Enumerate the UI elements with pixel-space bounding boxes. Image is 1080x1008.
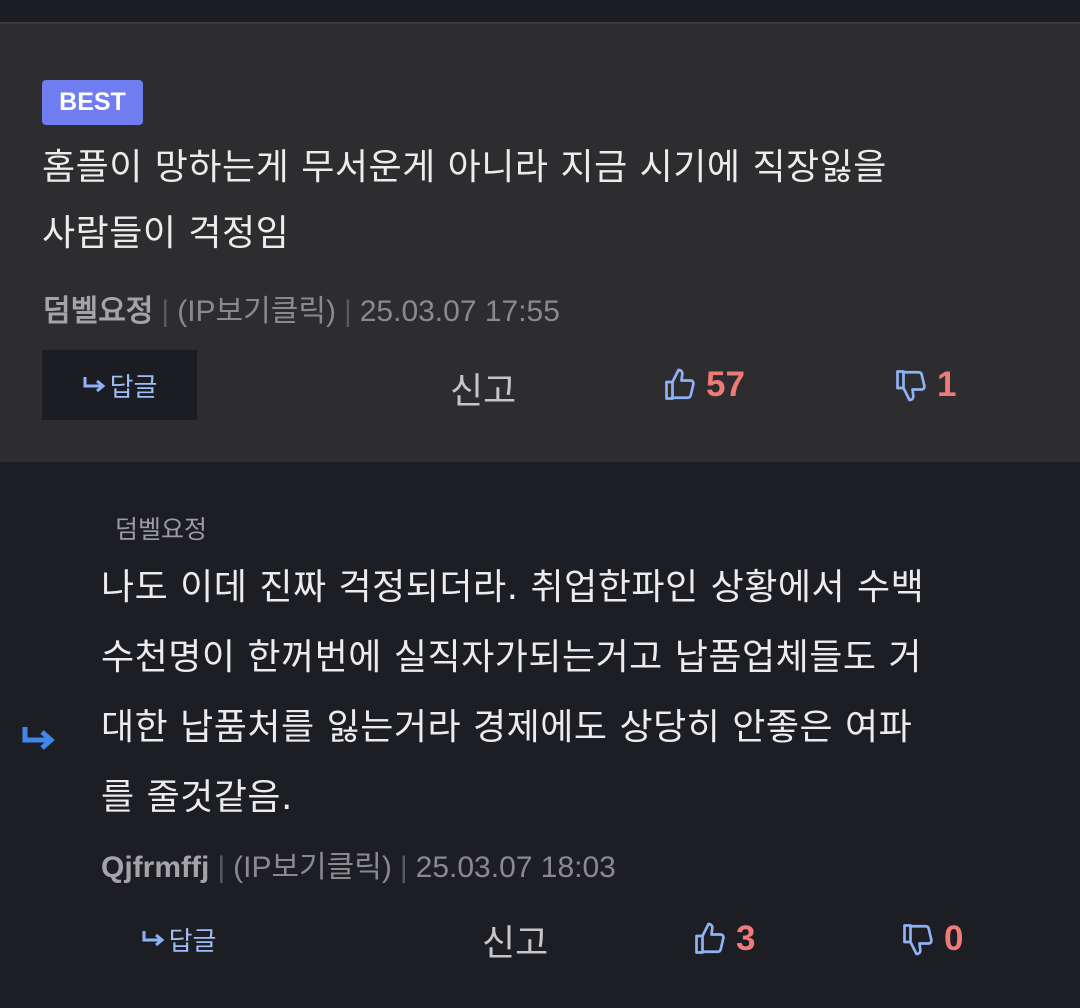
reply-arrow-icon — [142, 931, 164, 947]
comment-meta: Qjfrmffj | (IP보기클릭) | 25.03.07 18:03 — [101, 842, 616, 886]
thumbs-down-icon — [903, 924, 933, 956]
reply-to-author: 덤벨요정 — [115, 515, 208, 544]
comment-line: 홈플이 망하는게 무서운게 아니라 지금 시기에 직장잃을 — [42, 147, 887, 188]
thumbs-up-icon — [695, 922, 725, 954]
comment-text: 홈플이 망하는게 무서운게 아니라 지금 시기에 직장잃을 사람들이 걱정임 — [42, 135, 1052, 267]
thumbs-down-icon — [896, 370, 926, 402]
ip-link[interactable]: (IP보기클릭) — [233, 851, 392, 884]
ip-link[interactable]: (IP보기클릭) — [177, 295, 336, 328]
like-button[interactable]: 3 — [692, 919, 755, 959]
comment-line: 대한 납품처를 잃는거라 경제에도 상당히 안좋은 여파 — [101, 707, 913, 748]
meta-separator: | — [217, 851, 226, 884]
reply-button[interactable]: 답글 — [42, 350, 197, 420]
reply-comment: 덤벨요정 나도 이데 진짜 걱정되더라. 취업한파인 상황에서 수백 수천명이 … — [0, 462, 1080, 1008]
like-count: 57 — [706, 365, 745, 404]
comment-text: 나도 이데 진짜 걱정되더라. 취업한파인 상황에서 수백 수천명이 한꺼번에 … — [101, 553, 1051, 833]
author-name[interactable]: 덤벨요정 — [43, 295, 153, 328]
dislike-count: 1 — [937, 365, 957, 404]
meta-separator: | — [161, 295, 170, 328]
meta-separator: | — [399, 851, 408, 884]
comment-meta: 덤벨요정 | (IP보기클릭) | 25.03.07 17:55 — [43, 286, 560, 330]
timestamp: 25.03.07 18:03 — [415, 851, 616, 884]
comment-line: 나도 이데 진짜 걱정되더라. 취업한파인 상황에서 수백 — [101, 567, 925, 608]
like-count: 3 — [736, 919, 756, 958]
report-button[interactable]: 신고 — [482, 914, 548, 966]
dislike-button[interactable]: 1 — [893, 365, 956, 405]
comment-line: 사람들이 걱정임 — [42, 213, 290, 254]
reply-button[interactable]: 답글 — [101, 904, 256, 974]
dislike-button[interactable]: 0 — [900, 919, 963, 959]
best-badge: BEST — [42, 80, 143, 125]
timestamp: 25.03.07 17:55 — [359, 295, 560, 328]
author-name[interactable]: Qjfrmffj — [101, 851, 209, 884]
reply-indicator-icon — [22, 727, 55, 750]
comment-line: 를 줄것같음. — [101, 777, 293, 818]
thumbs-up-icon — [665, 368, 695, 400]
reply-button-label: 답글 — [168, 926, 217, 957]
dislike-count: 0 — [944, 919, 964, 958]
best-comment: BEST 홈플이 망하는게 무서운게 아니라 지금 시기에 직장잃을 사람들이 … — [0, 24, 1080, 462]
top-divider — [0, 0, 1080, 24]
meta-separator: | — [343, 295, 352, 328]
reply-button-label: 답글 — [109, 372, 158, 403]
reply-arrow-icon — [83, 377, 105, 393]
report-button[interactable]: 신고 — [450, 362, 516, 414]
like-button[interactable]: 57 — [662, 365, 745, 405]
comment-line: 수천명이 한꺼번에 실직자가되는거고 납품업체들도 거 — [101, 637, 923, 678]
